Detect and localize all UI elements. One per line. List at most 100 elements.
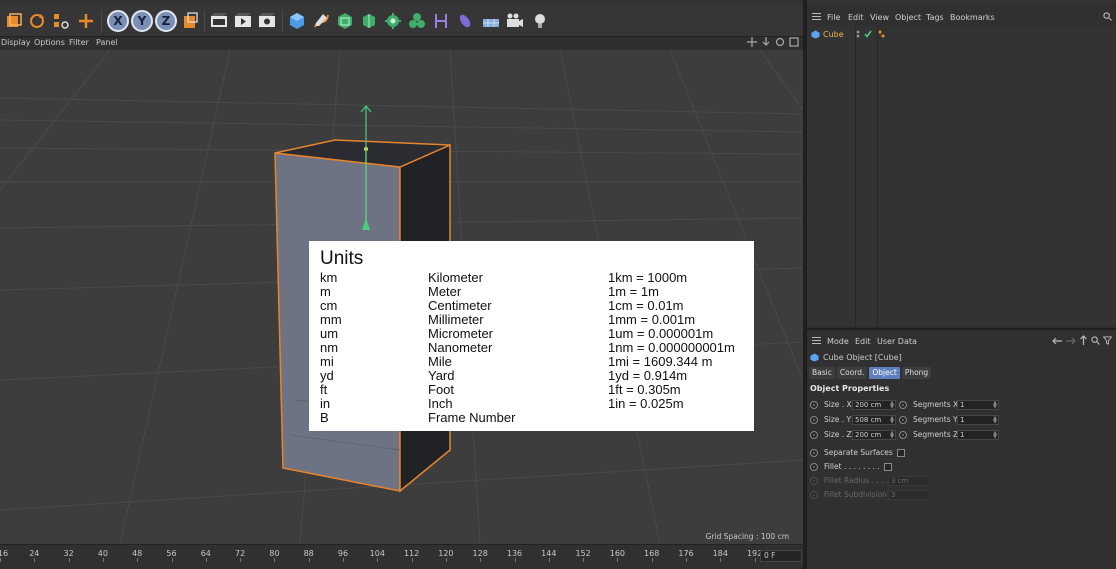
render-settings-icon[interactable] xyxy=(256,10,278,32)
cube-primitive-icon[interactable] xyxy=(286,10,308,32)
timeline-tick-label: 48 xyxy=(132,549,143,558)
up-arrow-icon[interactable] xyxy=(1079,335,1088,346)
om-menu-tags[interactable]: Tags xyxy=(926,13,944,22)
timeline-tick-label: 184 xyxy=(712,549,728,558)
timeline-tick-label: 144 xyxy=(541,549,557,558)
unit-abbr: yd xyxy=(320,368,334,383)
coordinate-system-icon[interactable] xyxy=(179,10,201,32)
animate-radio[interactable] xyxy=(810,430,818,439)
unit-equivalent: 1km = 1000m xyxy=(608,270,688,285)
tag-icon[interactable] xyxy=(878,30,885,38)
tab-basic[interactable]: Basic xyxy=(809,367,835,379)
unit-name: Yard xyxy=(428,368,455,383)
tab-phong[interactable]: Phong xyxy=(901,367,932,379)
object-tree xyxy=(807,26,1116,326)
x-axis-lock-button[interactable]: X xyxy=(107,10,129,32)
viewport-menu-filter[interactable]: Filter xyxy=(69,38,89,47)
unit-name: Meter xyxy=(428,284,462,299)
hamburger-menu-icon[interactable] xyxy=(812,13,821,20)
hamburger-menu-icon[interactable] xyxy=(812,337,821,344)
forward-arrow-icon[interactable] xyxy=(1065,336,1077,346)
om-menu-object[interactable]: Object xyxy=(895,13,921,22)
animate-radio[interactable] xyxy=(899,400,907,409)
mograph-cloner-icon[interactable] xyxy=(406,10,428,32)
om-menu-file[interactable]: File xyxy=(827,13,840,22)
render-to-picture-viewer-icon[interactable] xyxy=(232,10,254,32)
am-menu-edit[interactable]: Edit xyxy=(855,337,871,346)
segments-z-field[interactable]: 1 ▲ ▼ xyxy=(957,429,999,440)
object-row-cube[interactable]: Cube xyxy=(811,28,885,40)
zoom-icon[interactable] xyxy=(761,37,771,47)
viewport-nav-icons xyxy=(747,37,799,50)
pan-icon[interactable] xyxy=(747,37,757,47)
cube-object-icon xyxy=(811,29,820,39)
timeline-tick-label: 96 xyxy=(337,549,349,558)
separate-surfaces-checkbox[interactable] xyxy=(896,448,905,457)
size-z-field[interactable]: 200 cm ▲ ▼ xyxy=(852,429,896,440)
unit-abbr: ft xyxy=(320,382,328,397)
visibility-dots-icon[interactable] xyxy=(855,30,861,38)
segments-x-field[interactable]: 1 ▲ ▼ xyxy=(957,399,999,410)
z-axis-lock-button[interactable]: Z xyxy=(155,10,177,32)
animate-radio[interactable] xyxy=(899,430,907,439)
light-icon[interactable] xyxy=(529,10,551,32)
om-menu-edit[interactable]: Edit xyxy=(848,13,864,22)
unit-name: Mile xyxy=(428,354,452,369)
viewport-menu-panel[interactable]: Panel xyxy=(96,38,118,47)
segments-y-field[interactable]: 1 ▲ ▼ xyxy=(957,414,999,425)
search-icon[interactable] xyxy=(1091,336,1100,345)
om-menu-view[interactable]: View xyxy=(870,13,889,22)
floor-environment-icon[interactable] xyxy=(480,10,502,32)
timeline-tick-label: 72 xyxy=(235,549,246,558)
unit-abbr: cm xyxy=(320,298,338,313)
viewport-menu-display[interactable]: Display xyxy=(1,38,31,47)
animate-radio[interactable] xyxy=(810,462,818,471)
animate-radio[interactable] xyxy=(810,400,818,409)
om-menu-bookmarks[interactable]: Bookmarks xyxy=(950,13,995,22)
maximize-view-icon[interactable] xyxy=(789,37,799,47)
move-icon[interactable] xyxy=(75,10,97,32)
timeline-tick xyxy=(377,558,379,562)
attribute-tabs: Basic Coord. Object Phong xyxy=(809,367,932,379)
animate-radio xyxy=(810,490,818,499)
live-select-icon[interactable] xyxy=(3,10,25,32)
object-name[interactable]: Cube xyxy=(823,30,844,39)
column-divider xyxy=(855,26,856,326)
viewport-menu-options[interactable]: Options xyxy=(34,38,65,47)
camera-icon[interactable] xyxy=(504,10,526,32)
am-menu-mode[interactable]: Mode xyxy=(827,337,849,346)
search-icon[interactable] xyxy=(1103,12,1112,21)
timeline-ruler[interactable]: 16 24 32 40 48 56 64 72 80 88 96 104 112 120 128 136 144… xyxy=(0,544,807,569)
tab-object[interactable]: Object xyxy=(869,367,900,379)
enabled-check-icon[interactable] xyxy=(864,30,872,38)
rotate-icon[interactable] xyxy=(26,10,48,32)
current-frame-field[interactable]: 0 F xyxy=(760,550,802,562)
y-axis-lock-button[interactable]: Y xyxy=(131,10,153,32)
scale-icon[interactable] xyxy=(50,10,72,32)
field-icon[interactable] xyxy=(454,10,476,32)
pen-spline-icon[interactable] xyxy=(310,10,332,32)
animate-radio[interactable] xyxy=(810,448,818,457)
subdivision-surface-icon[interactable] xyxy=(334,10,356,32)
timeline-tick xyxy=(240,558,242,562)
back-arrow-icon[interactable] xyxy=(1051,336,1063,346)
filter-icon[interactable] xyxy=(1103,336,1112,345)
timeline-tick-label: 136 xyxy=(506,549,523,558)
unit-name: Millimeter xyxy=(428,312,484,327)
tab-coord[interactable]: Coord. xyxy=(836,367,868,379)
unit-row: mi Mile 1mi = 1609.344 m xyxy=(320,355,754,369)
extrude-icon[interactable] xyxy=(358,10,380,32)
segments-y-row: Segments Y 1 ▲ ▼ xyxy=(899,414,999,425)
deformer-bend-icon[interactable] xyxy=(430,10,452,32)
size-y-field[interactable]: 508 cm ▲ ▼ xyxy=(852,414,896,425)
render-view-icon[interactable] xyxy=(208,10,230,32)
am-menu-user-data[interactable]: User Data xyxy=(877,337,917,346)
cloner-icon[interactable] xyxy=(382,10,404,32)
animate-radio[interactable] xyxy=(810,415,818,424)
unit-row: m Meter 1m = 1m xyxy=(320,285,754,299)
animate-radio[interactable] xyxy=(899,415,907,424)
timeline-tick xyxy=(686,558,687,562)
fillet-checkbox[interactable] xyxy=(884,462,892,471)
orbit-icon[interactable] xyxy=(775,37,785,47)
size-x-field[interactable]: 200 cm ▲ ▼ xyxy=(852,399,896,410)
